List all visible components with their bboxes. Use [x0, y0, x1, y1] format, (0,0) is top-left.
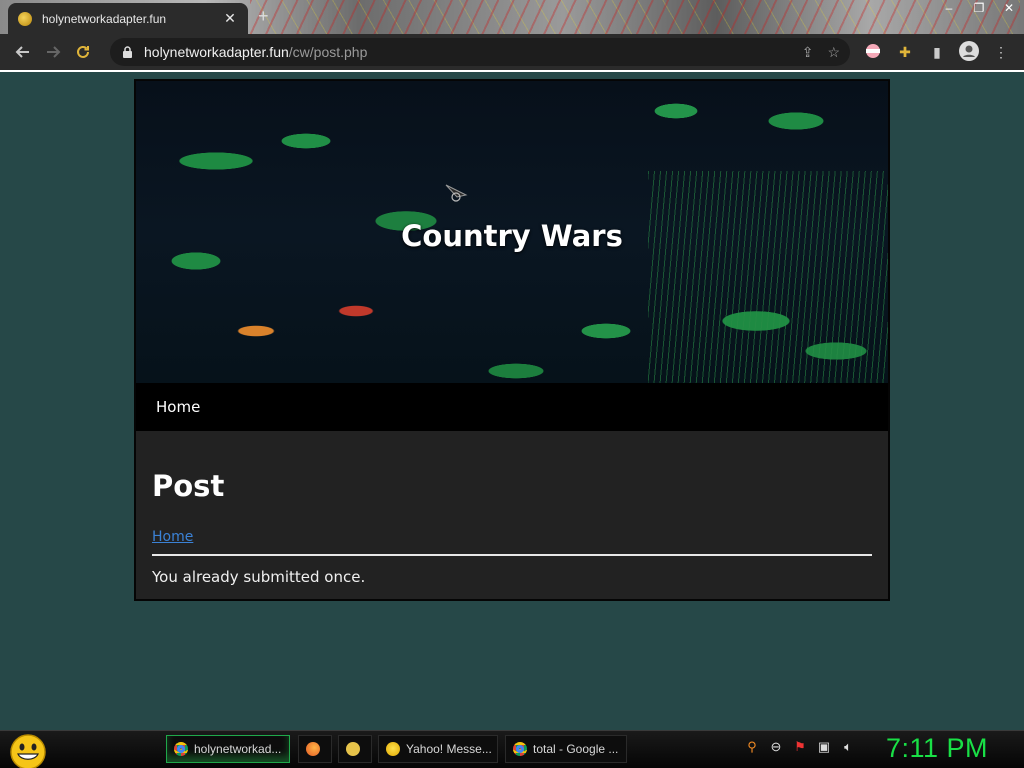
site-container: Country Wars Home Post Home You already …: [134, 79, 890, 601]
mouse-cursor-icon: [445, 184, 468, 202]
bookmark-star-icon[interactable]: ☆: [827, 44, 840, 61]
system-tray: ⚲ ⊖ ⚑ ▣ 🔈︎: [744, 739, 856, 755]
new-tab-button[interactable]: +: [258, 6, 269, 27]
taskbar-clock[interactable]: 7:11 PM: [886, 733, 988, 764]
back-button[interactable]: [8, 37, 38, 67]
minus-circle-icon[interactable]: ⊖: [768, 739, 784, 755]
main-content: Post Home You already submitted once.: [152, 431, 872, 586]
os-taskbar: holynetworkad... Yahoo! Messe... total -…: [0, 730, 1024, 768]
site-nav: Home: [136, 383, 888, 431]
site-favicon-icon: [18, 11, 32, 26]
breadcrumb-home-link[interactable]: Home: [152, 529, 193, 545]
browser-tab[interactable]: holynetworkadapter.fun ✕: [8, 3, 248, 34]
banner-grass-decoration: [648, 171, 888, 383]
taskbar-item-label: Yahoo! Messe...: [406, 742, 492, 756]
site-title: Country Wars: [401, 219, 623, 253]
browser-titlebar: holynetworkadapter.fun ✕ + – ❐ ✕: [0, 0, 1024, 34]
minimize-button[interactable]: –: [934, 0, 964, 18]
back-arrow-icon: [15, 46, 29, 58]
account-avatar-icon[interactable]: [958, 40, 980, 64]
flag-icon[interactable]: ⚑: [792, 739, 808, 755]
network-icon[interactable]: ▣: [816, 739, 832, 755]
folder-icon: [346, 742, 360, 756]
nav-link-home[interactable]: Home: [156, 398, 200, 416]
search-icon[interactable]: ⚲: [744, 739, 760, 755]
reload-button[interactable]: [68, 37, 98, 67]
profile-flag-icon[interactable]: [862, 43, 884, 62]
taskbar-item-chrome-total[interactable]: total - Google ...: [505, 735, 627, 763]
toolbar-divider: [0, 70, 1024, 72]
lock-icon[interactable]: [120, 45, 134, 59]
address-bar[interactable]: holynetworkadapter.fun/cw/post.php ⇪ ☆: [110, 38, 850, 66]
url-host: holynetworkadapter.fun: [144, 44, 289, 60]
share-icon[interactable]: ⇪: [802, 44, 814, 61]
chrome-icon: [513, 742, 527, 756]
taskbar-item-chrome-holynetwork[interactable]: holynetworkad...: [166, 735, 290, 763]
menu-kebab-icon[interactable]: ⋮: [990, 44, 1012, 61]
taskbar-item-label: total - Google ...: [533, 742, 619, 756]
reload-icon: [77, 45, 89, 58]
url-path: /cw/post.php: [288, 44, 368, 60]
theme-background: [250, 0, 1020, 34]
taskbar-item-yahoo-messenger[interactable]: Yahoo! Messe...: [378, 735, 498, 763]
restore-button[interactable]: ❐: [964, 0, 994, 18]
header-banner: Country Wars: [136, 81, 888, 383]
status-message: You already submitted once.: [152, 568, 366, 586]
tab-title: holynetworkadapter.fun: [42, 11, 167, 26]
volume-icon[interactable]: 🔈︎: [840, 739, 856, 755]
extensions-area: ✚ ▮ ⋮: [862, 38, 1012, 66]
taskbar-item-firefox[interactable]: [298, 735, 332, 763]
chrome-icon: [174, 742, 188, 756]
page-title: Post: [152, 469, 225, 503]
side-panel-icon[interactable]: ▮: [926, 44, 948, 61]
close-window-button[interactable]: ✕: [994, 0, 1024, 18]
firefox-icon: [306, 742, 320, 756]
yahoo-messenger-icon: [386, 742, 400, 756]
window-controls: – ❐ ✕: [934, 0, 1024, 18]
tab-close-icon[interactable]: ✕: [222, 10, 238, 27]
forward-arrow-icon: [47, 46, 61, 58]
taskbar-item-folder[interactable]: [338, 735, 372, 763]
forward-button[interactable]: [38, 37, 68, 67]
divider: [152, 554, 872, 556]
extensions-puzzle-icon[interactable]: ✚: [894, 44, 916, 61]
browser-toolbar: holynetworkadapter.fun/cw/post.php ⇪ ☆ ✚…: [0, 34, 1024, 70]
taskbar-item-label: holynetworkad...: [194, 742, 282, 756]
start-smiley-icon[interactable]: [8, 732, 48, 768]
